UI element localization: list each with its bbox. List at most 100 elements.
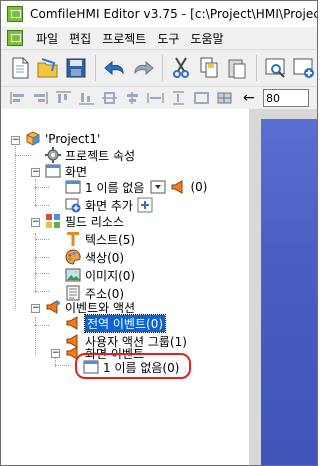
screen1-label: 1 이름 없음 <box>85 180 145 195</box>
tree-connector <box>35 325 49 326</box>
global-event-icon <box>65 315 81 331</box>
paste-icon <box>228 59 246 79</box>
tree-item-screens[interactable]: 화면 <box>45 163 87 179</box>
dropdown-icon[interactable] <box>150 179 166 195</box>
tree-item-image[interactable]: 이미지(0) <box>65 267 135 283</box>
grid-icon[interactable] <box>214 89 235 107</box>
tree-connector <box>35 179 36 207</box>
tree-connector <box>35 233 36 293</box>
align-bottom-icon[interactable] <box>76 89 97 107</box>
tree-item-project-properties[interactable]: 프로젝트 속성 <box>45 147 135 163</box>
app-menu-icon[interactable] <box>7 30 23 46</box>
open-folder-button[interactable] <box>35 54 61 82</box>
tree-item-text[interactable]: 텍스트(5) <box>65 231 135 247</box>
image-icon <box>65 267 81 283</box>
tree-connector <box>35 187 49 188</box>
undo-icon <box>103 60 124 76</box>
copy-icon <box>200 57 218 78</box>
text-label: 텍스트(5) <box>85 232 136 247</box>
collapse-screens-icon[interactable]: − <box>31 168 40 177</box>
color-label: 색상(0) <box>85 250 125 265</box>
app-logo-icon <box>7 6 23 22</box>
align-right-icon[interactable] <box>30 89 51 107</box>
gear-icon <box>45 147 61 163</box>
new-document-button[interactable] <box>7 54 33 82</box>
window-title: ComfileHMI Editor v3.75 - [c:\Project\HM… <box>30 7 317 21</box>
cut-button[interactable] <box>169 54 195 82</box>
tree-item-project-root[interactable]: 'Project1' <box>25 131 100 147</box>
menu-tools[interactable]: 도구 <box>154 30 187 47</box>
tree-item-color[interactable]: 색상(0) <box>65 249 124 265</box>
tree-connector <box>35 291 49 292</box>
collapse-screen-events-icon[interactable]: − <box>51 349 60 358</box>
align-top-icon[interactable] <box>53 89 74 107</box>
screen1-event-count: (0) <box>190 180 208 194</box>
align-middle-icon[interactable] <box>99 89 120 107</box>
tree-item-field-resources[interactable]: 필드 리소스 <box>45 213 124 229</box>
cut-icon <box>173 57 190 78</box>
tree-connector <box>55 365 69 366</box>
project-properties-label: 프로젝트 속성 <box>65 148 136 163</box>
zoom-input[interactable] <box>263 89 309 107</box>
new-document-icon <box>12 57 29 79</box>
screen-preview-icon <box>265 58 285 78</box>
zoom-arrow: ← <box>243 90 255 106</box>
menu-bar: 파일 편집 프로젝트 도구 도움말 <box>1 27 317 49</box>
tree-connector <box>35 205 49 206</box>
open-folder-icon <box>37 58 58 78</box>
toolbar-separator <box>94 55 96 81</box>
add-screen-label: 화면 추가 <box>85 198 133 213</box>
align-toolbar: ← <box>1 86 317 110</box>
plus-icon[interactable] <box>137 197 153 213</box>
copy-button[interactable] <box>196 54 222 82</box>
undo-button[interactable] <box>102 54 128 82</box>
tree-connector <box>35 239 49 240</box>
screen-page-icon <box>65 179 81 195</box>
tree-item-global-events[interactable]: 전역 이벤트(0) <box>65 313 167 333</box>
same-width-icon[interactable] <box>145 89 166 107</box>
toolbar-separator <box>256 55 258 81</box>
text-icon <box>65 231 81 247</box>
save-button[interactable] <box>63 54 89 82</box>
screen-folder-icon <box>45 163 61 179</box>
same-size-icon[interactable] <box>191 89 212 107</box>
screen-canvas[interactable] <box>261 119 317 465</box>
menu-file[interactable]: 파일 <box>33 30 66 47</box>
tree-item-events-actions[interactable]: 이벤트와 액션 <box>45 299 135 315</box>
collapse-resources-icon[interactable]: − <box>31 218 40 227</box>
collapse-root-icon[interactable]: − <box>11 136 20 145</box>
tree-connector <box>35 273 49 274</box>
events-megaphone-icon <box>45 299 61 315</box>
tree-connector <box>15 155 31 156</box>
highlight-annotation <box>75 353 191 379</box>
main-toolbar <box>1 49 317 86</box>
project-cube-icon <box>25 131 41 147</box>
tree-connector <box>15 141 16 309</box>
collapse-events-icon[interactable]: − <box>31 304 40 313</box>
global-events-label: 전역 이벤트(0) <box>83 313 167 333</box>
menu-edit[interactable]: 편집 <box>66 30 99 47</box>
toolbar-separator <box>161 55 163 81</box>
title-bar[interactable]: ComfileHMI Editor v3.75 - [c:\Project\HM… <box>1 1 317 27</box>
add-screen-toolbar-icon <box>293 58 315 78</box>
tree-item-add-screen[interactable]: 화면 추가 <box>65 197 157 213</box>
resources-icon <box>45 213 61 229</box>
tree-item-screen1[interactable]: 1 이름 없음 (0) <box>65 179 207 195</box>
align-left-icon[interactable] <box>7 89 28 107</box>
add-screen-icon <box>65 197 81 213</box>
paste-button[interactable] <box>224 54 250 82</box>
redo-button[interactable] <box>130 54 156 82</box>
save-icon <box>66 58 86 78</box>
field-resources-label: 필드 리소스 <box>65 214 125 229</box>
menu-help[interactable]: 도움말 <box>187 30 231 47</box>
redo-icon <box>134 60 154 76</box>
editor-window: ComfileHMI Editor v3.75 - [c:\Project\HM… <box>0 0 318 466</box>
tree-connector <box>35 257 49 258</box>
screen-preview-button[interactable] <box>263 54 289 82</box>
project-tree: − 'Project1' 프로젝트 속성 − 화면 1 이름 없음 (0) 화면… <box>1 109 249 465</box>
menu-project[interactable]: 프로젝트 <box>99 30 154 47</box>
align-center-icon[interactable] <box>122 89 143 107</box>
design-canvas-area[interactable] <box>249 109 317 465</box>
same-height-icon[interactable] <box>168 89 189 107</box>
add-screen-toolbar-button[interactable] <box>291 54 317 82</box>
